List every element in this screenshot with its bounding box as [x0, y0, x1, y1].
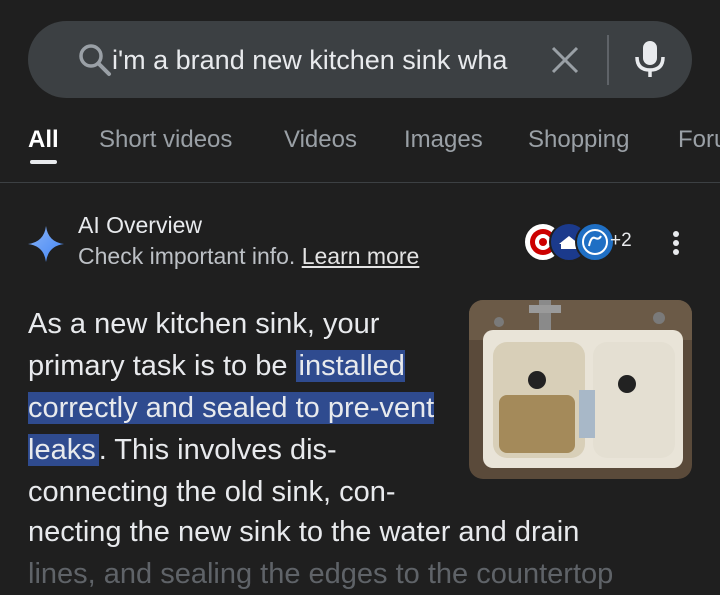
tab-forums[interactable]: Foru [678, 126, 720, 154]
search-divider [607, 35, 609, 85]
learn-more-link[interactable]: Learn more [302, 243, 420, 269]
sink-thumbnail[interactable] [469, 300, 692, 479]
gemini-sparkle-icon [28, 226, 64, 262]
search-input[interactable]: i'm a brand new kitchen sink wha [112, 43, 524, 77]
body-text-line: necting the new sink to the water and dr… [28, 516, 580, 548]
source-logo-3 [575, 222, 615, 262]
ai-overview-note: Check important info. [78, 243, 296, 269]
ai-overview-subtitle: Check important info. Learn more [78, 243, 419, 270]
tab-short-videos[interactable]: Short videos [99, 126, 232, 154]
clear-icon[interactable] [550, 45, 580, 75]
more-options-icon[interactable] [668, 228, 684, 258]
tab-all[interactable]: All [28, 126, 59, 154]
ge-logo-icon [582, 229, 608, 255]
sink-image [469, 300, 692, 479]
tab-videos[interactable]: Videos [284, 126, 357, 154]
body-text-faded: lines, and sealing the edges to the coun… [28, 558, 614, 590]
mic-icon[interactable] [632, 39, 668, 79]
search-icon [79, 44, 111, 76]
tab-images[interactable]: Images [404, 126, 483, 154]
ai-overview-title: AI Overview [78, 212, 202, 238]
tab-shopping[interactable]: Shopping [528, 126, 629, 154]
ai-overview-text: As a new kitchen sink, your primary task… [28, 303, 448, 513]
search-tabs: All Short videos Videos Images Shopping … [0, 120, 720, 170]
source-logos[interactable] [523, 222, 615, 262]
divider [0, 182, 720, 183]
active-tab-indicator [30, 160, 57, 164]
more-sources-count[interactable]: +2 [610, 230, 632, 252]
search-bar[interactable]: i'm a brand new kitchen sink wha [28, 21, 692, 98]
